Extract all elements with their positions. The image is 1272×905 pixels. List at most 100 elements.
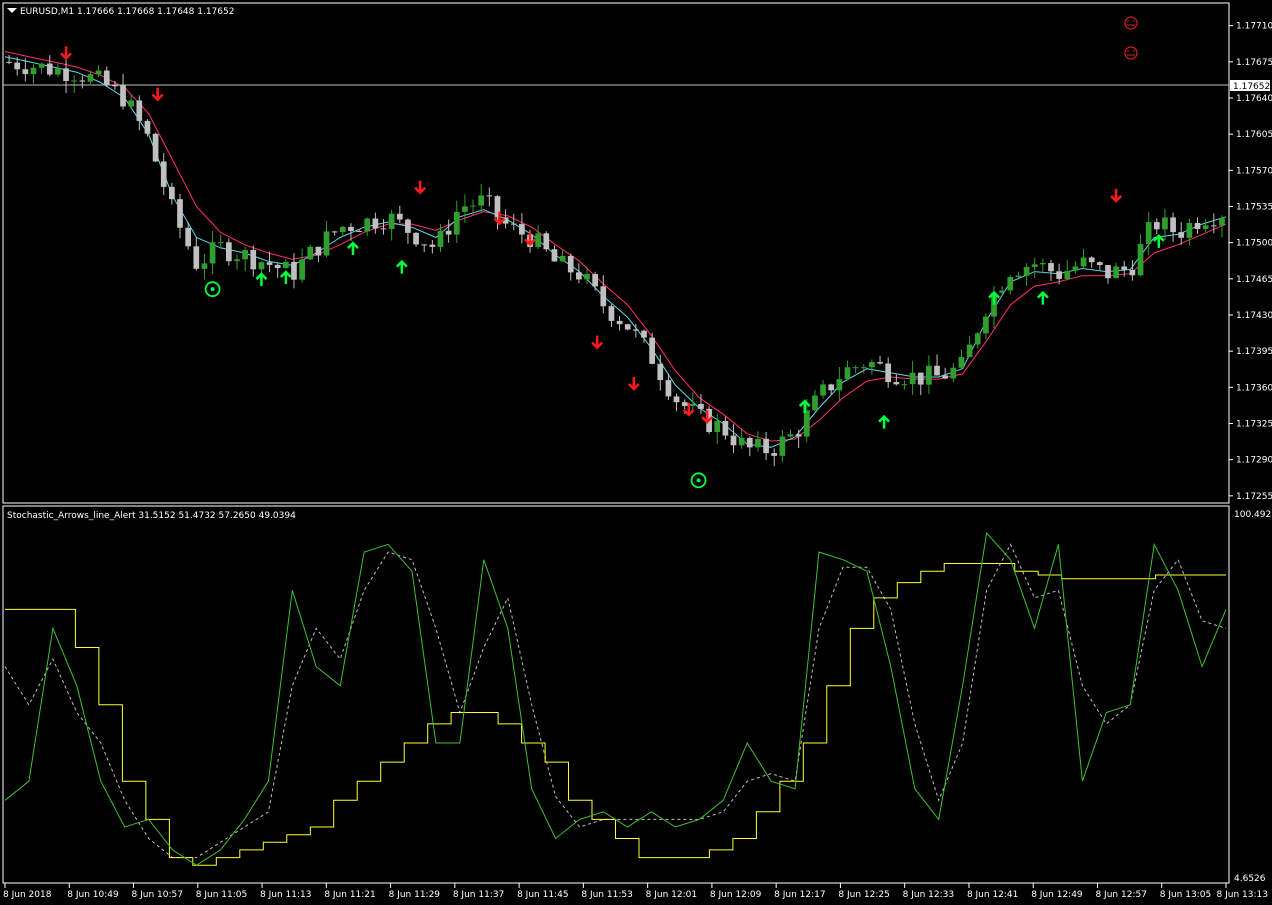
time-axis: 8 Jun 2018 8 Jun 10:49 8 Jun 10:57 8 Jun 11… <box>3 883 1268 900</box>
candle-body <box>1023 267 1030 276</box>
candle-body <box>1153 222 1160 230</box>
indicator-title: Stochastic_Arrows_line_Alert 31.5152 51.… <box>7 511 296 521</box>
time-tick-label: 8 Jun 12:01 <box>646 890 697 900</box>
candle-body <box>746 437 753 448</box>
time-tick-label: 8 Jun 12:33 <box>903 890 954 900</box>
candle-body <box>551 249 558 262</box>
candle-body <box>983 316 989 334</box>
candle-body <box>242 249 248 260</box>
price-tick-label: 1.17290 <box>1236 456 1272 466</box>
price-panel[interactable]: EURUSD,M1 1.17666 1.17668 1.17648 1.1765… <box>2 2 1230 504</box>
candle-body <box>274 264 281 269</box>
time-tick-label: 8 Jun 11:21 <box>324 890 375 900</box>
candle-body <box>1210 225 1217 227</box>
candle-body <box>1056 271 1062 279</box>
candle-body <box>1072 266 1079 271</box>
candle-body <box>299 259 305 280</box>
candle-body <box>722 420 729 436</box>
candle-body <box>266 262 273 265</box>
candle-body <box>1113 266 1119 279</box>
trading-chart[interactable]: EURUSD,M1 1.17666 1.17668 1.17648 1.1765… <box>0 0 1272 905</box>
price-tick-label: 1.17500 <box>1236 239 1272 249</box>
time-tick-label: 8 Jun 11:13 <box>260 890 311 900</box>
candle-body <box>201 263 208 269</box>
candle-body <box>616 320 623 325</box>
candle-body <box>1178 232 1185 238</box>
candle-body <box>30 67 37 75</box>
time-tick-label: 8 Jun 10:57 <box>132 890 183 900</box>
candle-body <box>584 274 590 280</box>
ohlc-readout: 1.17666 1.17668 1.17648 1.17652 <box>77 7 234 17</box>
price-tick-label: 1.17360 <box>1236 383 1272 393</box>
candle-body <box>429 244 436 247</box>
time-tick-label: 8 Jun 12:25 <box>838 890 889 900</box>
candle-body <box>1064 270 1071 279</box>
candle-body <box>217 242 224 244</box>
price-tick-label: 1.17675 <box>1236 58 1272 68</box>
symbol-title: EURUSD,M1 <box>20 7 74 17</box>
candle-body <box>1040 263 1046 265</box>
candle-body <box>885 363 892 383</box>
candle-body <box>624 324 631 330</box>
candle-body <box>388 213 395 229</box>
candle-body <box>974 333 981 345</box>
time-tick-label: 8 Jun 12:57 <box>1095 890 1146 900</box>
candle-body <box>169 186 175 200</box>
candle-body <box>331 231 338 233</box>
candle-body <box>421 244 428 246</box>
candle-body <box>689 403 696 406</box>
candle-body <box>1007 276 1014 291</box>
candle-body <box>462 206 468 212</box>
candle-body <box>396 213 403 220</box>
candle-body <box>1096 262 1103 266</box>
candle-body <box>714 420 721 432</box>
candle-body <box>803 410 810 437</box>
candle-body <box>820 384 826 396</box>
candle-body <box>649 337 655 364</box>
candle-body <box>1170 217 1176 233</box>
candle-body <box>144 120 151 134</box>
candle-body <box>1162 217 1168 230</box>
candle-body <box>63 68 69 82</box>
candle-body <box>1145 222 1152 244</box>
candle-body <box>958 356 965 368</box>
candle-body <box>120 85 126 107</box>
price-tick-label: 1.17395 <box>1236 347 1272 357</box>
time-tick-label: 8 Jun 11:05 <box>196 890 247 900</box>
time-tick-label: 8 Jun 12:17 <box>774 890 825 900</box>
candle-body <box>185 227 191 247</box>
candle-body <box>926 365 932 385</box>
candle-body <box>567 255 574 273</box>
candle-body <box>453 211 460 235</box>
candle-body <box>1194 222 1201 230</box>
candle-body <box>852 367 859 369</box>
candle-body <box>95 70 102 75</box>
price-tick-label: 1.17710 <box>1236 22 1272 32</box>
time-tick-label: 8 Jun 13:13 <box>1217 890 1268 900</box>
price-axis: 1.17710 1.17675 1.17640 1.17605 1.17570 1.175… <box>1229 22 1272 502</box>
candle-body <box>641 330 647 338</box>
candle-body <box>470 205 476 207</box>
candle-body <box>812 395 818 411</box>
candle-body <box>950 367 957 379</box>
candle-body <box>445 230 452 235</box>
candle-body <box>152 133 159 162</box>
candle-body <box>307 246 314 260</box>
candle-body <box>1105 265 1111 279</box>
candle-body <box>1202 225 1209 230</box>
candle-body <box>258 262 265 270</box>
candle-body <box>787 434 794 437</box>
candle-body <box>901 384 908 386</box>
candle-body <box>1129 269 1136 276</box>
candle-body <box>193 246 200 269</box>
indicator-panel[interactable]: Stochastic_Arrows_line_Alert 31.5152 51.… <box>2 505 1230 884</box>
time-tick-label: 8 Jun 13:05 <box>1160 890 1211 900</box>
circle-dot <box>210 287 215 292</box>
candle-body <box>860 367 867 369</box>
candle-body <box>559 255 566 262</box>
candle-body <box>519 224 525 235</box>
candle-body <box>738 437 745 446</box>
candle-body <box>917 372 924 385</box>
candle-body <box>22 69 29 75</box>
candle-body <box>380 228 387 230</box>
